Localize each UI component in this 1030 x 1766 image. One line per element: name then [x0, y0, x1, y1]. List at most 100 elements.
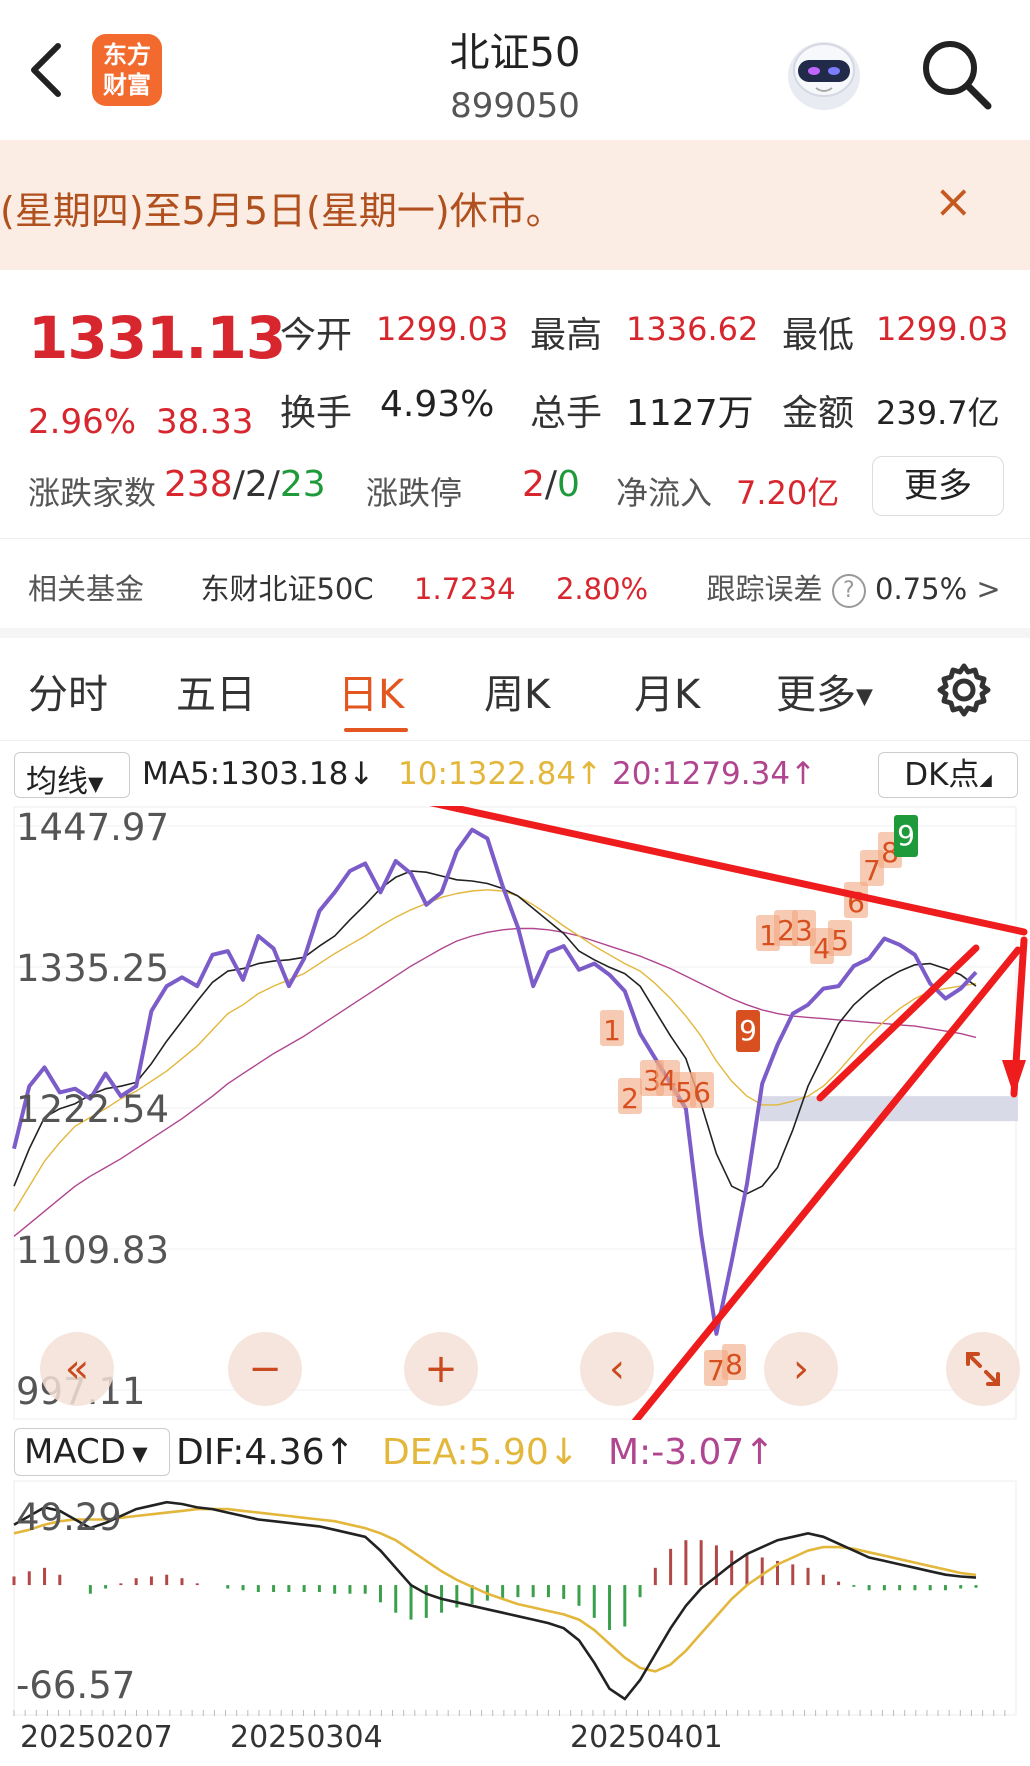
limit-values: 2/0	[522, 464, 580, 505]
settings-gear-icon[interactable]	[934, 660, 994, 720]
more-button[interactable]: 更多	[872, 456, 1004, 516]
dk-marker-label: 2	[621, 1082, 639, 1115]
ma-selector-label: 均线▼	[26, 756, 103, 801]
zoom-in-button[interactable]: +	[404, 1332, 478, 1406]
tab-daily-k[interactable]: 日K	[338, 662, 404, 720]
next-button[interactable]: ›	[764, 1332, 838, 1406]
divider	[0, 740, 1030, 741]
breadth-values: 238/2/23	[164, 464, 326, 505]
tab-monthly-k[interactable]: 月K	[634, 662, 700, 720]
dk-marker-label: 8	[725, 1348, 743, 1381]
low-value: 1299.03	[876, 310, 1009, 348]
notice-text: (星期四)至5月5日(星期一)休市。	[0, 189, 564, 233]
high-label: 最高	[530, 315, 603, 356]
series-dif-line	[13, 1500, 977, 1701]
tracking-error-value: 0.75%	[875, 572, 968, 606]
y-tick-label: 1335.25	[16, 947, 169, 990]
netflow-value: 7.20亿	[736, 474, 840, 512]
change-amount: 38.33	[156, 402, 254, 442]
netflow-label: 净流入	[616, 474, 713, 512]
tab-intraday[interactable]: 分时	[28, 662, 108, 720]
dk-marker: 6	[690, 1072, 714, 1109]
high-value: 1336.62	[626, 310, 759, 348]
dk-marker: 5	[828, 920, 852, 957]
tab-weekly-k[interactable]: 周K	[484, 662, 550, 720]
turnover-label: 换手	[280, 393, 353, 434]
search-icon[interactable]	[918, 36, 994, 112]
tab-five-day[interactable]: 五日	[176, 662, 256, 720]
breadth-flat: 2	[244, 464, 268, 505]
tab-more[interactable]: 更多▼	[776, 662, 873, 720]
dk-marker: 8	[722, 1344, 746, 1381]
back-arrow-icon[interactable]	[22, 40, 72, 100]
daily-k-chart[interactable]: 12345 67 891 2 34 56789 1447.971335.251222.54…	[0, 806, 1030, 1420]
dk-marker-label: 9	[897, 819, 915, 852]
support-arrow-short	[816, 944, 980, 1102]
fund-label: 相关基金	[28, 572, 145, 606]
amount-value: 239.7亿	[876, 394, 1000, 432]
breadth-down: 23	[279, 464, 326, 505]
dropdown-arrow-icon: ▼	[88, 771, 104, 796]
rewind-button[interactable]: «	[40, 1332, 114, 1406]
breadth-sep: /	[267, 464, 280, 505]
current-price: 1331.13	[28, 304, 286, 372]
dk-point-button[interactable]: DK点◢	[878, 752, 1018, 798]
macd-selector-label: MACD ▼	[24, 1432, 148, 1472]
dk-marker: 9	[894, 815, 918, 857]
dk-marker-label: 5	[831, 924, 849, 957]
prev-button[interactable]: ‹	[580, 1332, 654, 1406]
low-label: 最低	[782, 315, 855, 356]
amount-label: 金额	[782, 393, 855, 434]
limit-sep: /	[544, 464, 558, 505]
fullscreen-icon[interactable]	[946, 1332, 1020, 1406]
dk-marker: 1	[600, 1010, 624, 1047]
section-divider	[0, 628, 1030, 638]
limit-label: 涨跌停	[366, 474, 463, 512]
tab-more-label: 更多	[776, 672, 856, 718]
limit-down: 0	[557, 464, 580, 505]
limit-up: 2	[522, 464, 545, 505]
y-tick-label: 1222.54	[16, 1088, 169, 1131]
breadth-up: 238	[164, 464, 233, 505]
robot-assistant-icon[interactable]	[778, 26, 870, 118]
ma20-value: 20:1279.34↑	[612, 756, 817, 792]
active-tab-indicator	[344, 728, 408, 732]
dk-marker-label: 1	[603, 1014, 621, 1047]
y-tick-label: 49.29	[16, 1496, 122, 1539]
fund-name: 东财北证50C	[200, 572, 374, 606]
arrowhead	[1002, 1060, 1026, 1096]
zoom-out-button[interactable]: −	[228, 1332, 302, 1406]
macd-chart[interactable]: 49.29 -66.57	[0, 1480, 1030, 1716]
fund-change: 2.80%	[555, 572, 649, 606]
macd-frame	[13, 1480, 1017, 1716]
dk-label: DK点	[904, 757, 980, 793]
y-axis-ticks: 1447.971335.251222.541109.83997.11	[16, 806, 169, 1413]
tracking-error-label: 跟踪误差	[706, 572, 823, 606]
x-date-label: 20250401	[570, 1720, 723, 1755]
macd-grid	[13, 1480, 1017, 1716]
close-icon[interactable]: ×	[934, 178, 973, 224]
fund-nav: 1.7234	[414, 572, 516, 606]
eastmoney-logo[interactable]: 东方 财富	[92, 34, 162, 106]
volume-value: 1127万	[626, 393, 754, 434]
help-icon[interactable]: ?	[831, 574, 866, 608]
open-label: 今开	[280, 315, 353, 356]
dk-marker: 2	[618, 1078, 642, 1115]
dif-value: DIF:4.36↑	[176, 1432, 355, 1473]
related-fund-row[interactable]: 相关基金 东财北证50C 1.7234 2.80% 跟踪误差 ? 0.75% >	[28, 566, 1001, 608]
y-tick-label: -66.57	[16, 1664, 135, 1707]
open-value: 1299.03	[376, 310, 509, 348]
dea-value: DEA:5.90↓	[382, 1432, 579, 1473]
dk-marker-label: 6	[693, 1076, 711, 1109]
ma5-value: MA5:1303.18↓	[142, 756, 375, 792]
macd-y-ticks: 49.29 -66.57	[16, 1496, 135, 1707]
dropdown-arrow-icon: ▼	[856, 684, 873, 710]
breadth-label: 涨跌家数	[28, 474, 157, 512]
y-tick-label: 1447.97	[16, 806, 169, 849]
logo-text-top: 东方	[103, 41, 151, 69]
ma10-value: 10:1322.84↑	[398, 756, 603, 792]
change-percent: 2.96%	[28, 402, 137, 442]
ma-selector-text: 均线	[26, 764, 88, 800]
series-dea-line	[13, 1507, 977, 1673]
series-ma5-line	[13, 870, 977, 1195]
